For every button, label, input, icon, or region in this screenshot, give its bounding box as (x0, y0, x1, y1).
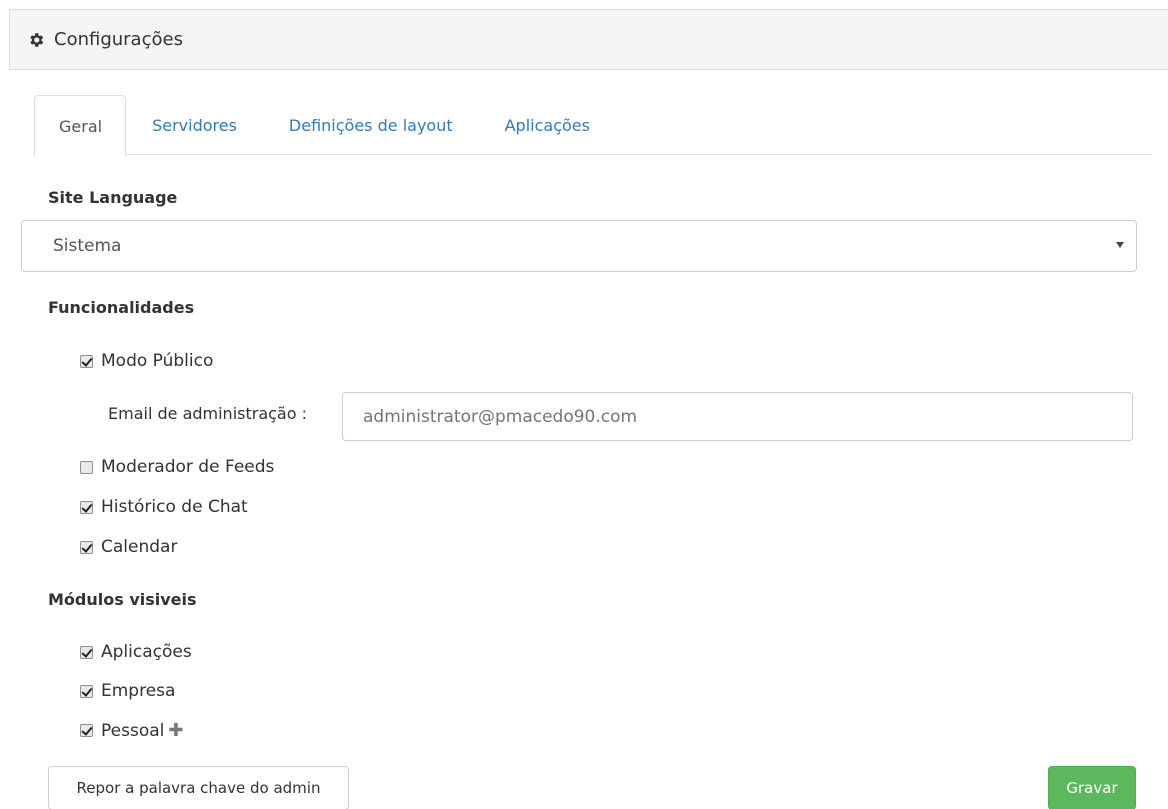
chat-history-checkbox[interactable] (80, 500, 93, 514)
module-apps-option[interactable]: Aplicações (80, 642, 192, 662)
module-personal-option[interactable]: Pessoal ✚ (80, 720, 183, 741)
calendar-label: Calendar (101, 537, 178, 557)
reset-admin-password-button[interactable]: Repor a palavra chave do admin (48, 766, 349, 809)
site-language-select[interactable]: Sistema (21, 220, 1137, 272)
page-title: Configurações (54, 29, 183, 50)
gear-icon (30, 32, 44, 47)
module-apps-label: Aplicações (101, 642, 192, 662)
tab-servidores[interactable]: Servidores (126, 95, 263, 155)
public-mode-option[interactable]: Modo Público (80, 351, 213, 371)
plus-icon[interactable]: ✚ (168, 720, 183, 741)
calendar-checkbox[interactable] (80, 540, 93, 554)
chat-history-option[interactable]: Histórico de Chat (80, 497, 248, 517)
site-language-label: Site Language (48, 188, 178, 207)
module-apps-checkbox[interactable] (80, 645, 93, 659)
tab-geral[interactable]: Geral (34, 95, 127, 156)
feed-moderator-option[interactable]: Moderador de Feeds (80, 457, 274, 477)
admin-email-label: Email de administração : (108, 404, 307, 423)
public-mode-checkbox[interactable] (80, 354, 93, 368)
module-personal-checkbox[interactable] (80, 724, 93, 737)
tab-aplicacoes[interactable]: Aplicações (479, 95, 616, 155)
module-company-checkbox[interactable] (80, 684, 93, 698)
feed-moderator-checkbox[interactable] (80, 460, 93, 474)
public-mode-label: Modo Público (101, 351, 214, 371)
module-personal-label: Pessoal (101, 720, 165, 741)
module-company-option[interactable]: Empresa (80, 681, 175, 701)
site-language-value: Sistema (53, 236, 122, 256)
chevron-down-icon (1116, 242, 1124, 248)
feed-moderator-label: Moderador de Feeds (101, 457, 275, 477)
tab-bar: Geral Servidores Definições de layout Ap… (34, 95, 1152, 156)
panel-header: Configurações (9, 9, 1168, 70)
admin-email-field[interactable] (342, 392, 1133, 441)
save-button[interactable]: Gravar (1048, 766, 1136, 809)
calendar-option[interactable]: Calendar (80, 537, 177, 557)
features-label: Funcionalidades (48, 298, 195, 317)
chat-history-label: Histórico de Chat (101, 497, 248, 517)
modules-label: Módulos visiveis (48, 590, 197, 609)
tab-definicoes-layout[interactable]: Definições de layout (263, 95, 479, 155)
module-company-label: Empresa (101, 681, 176, 701)
